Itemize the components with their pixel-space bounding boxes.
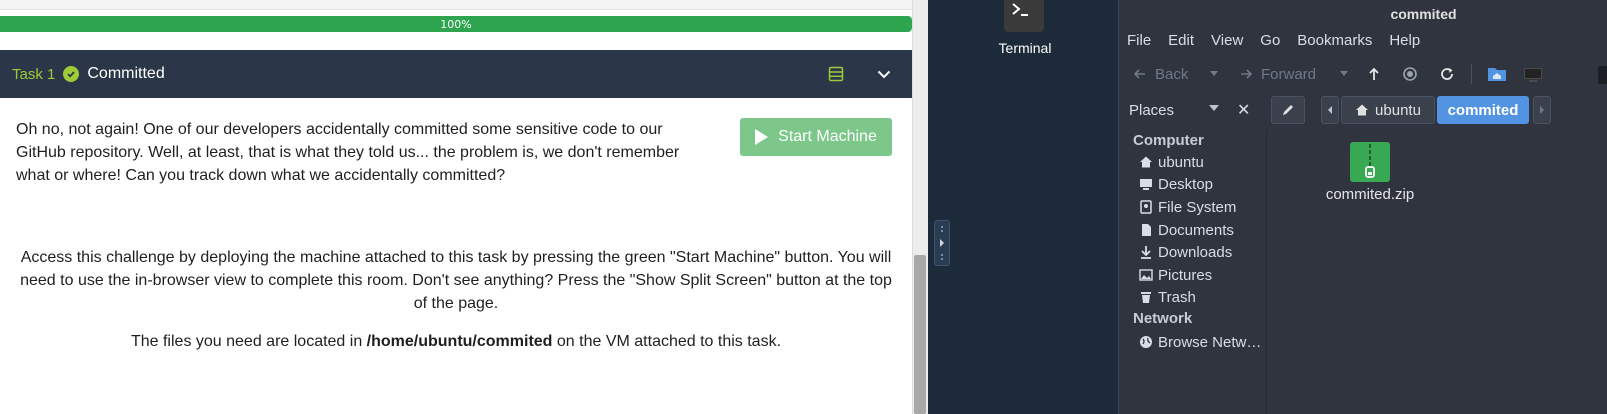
handle-arrow-icon	[940, 226, 944, 260]
sidebar-item-file-system[interactable]: File System	[1139, 197, 1236, 217]
menu-go[interactable]: Go	[1260, 32, 1280, 52]
task-list-icon[interactable]	[828, 66, 844, 82]
arrow-left-icon	[1133, 69, 1145, 79]
sidebar-item-label: Browse Netw…	[1158, 333, 1262, 351]
desktop-icon	[1139, 177, 1153, 191]
sidebar-item-ubuntu[interactable]: ubuntu	[1139, 152, 1204, 172]
drive-icon	[1139, 200, 1153, 214]
pencil-icon	[1283, 105, 1293, 115]
computer-icon[interactable]	[1523, 65, 1543, 83]
file-manager-window: commited File Edit View Go Bookmarks Hel…	[1118, 0, 1607, 414]
previous-section-edge	[0, 0, 912, 10]
check-circle-icon	[63, 66, 80, 82]
sidebar-item-label: Trash	[1158, 288, 1196, 306]
download-icon	[1139, 245, 1153, 259]
progress-bar: 100%	[0, 16, 912, 32]
sidebar-item-trash[interactable]: Trash	[1139, 287, 1196, 307]
sidebar-heading-computer: Computer	[1133, 132, 1204, 149]
sidebar-item-label: Desktop	[1158, 175, 1214, 193]
sidebar-item-label: Pictures	[1158, 266, 1213, 284]
stop-icon[interactable]	[1403, 67, 1417, 81]
path-segment-commited[interactable]: commited	[1437, 96, 1529, 124]
path-segment-ubuntu[interactable]: ubuntu	[1341, 96, 1435, 124]
zip-archive-icon[interactable]	[1350, 142, 1390, 182]
start-machine-button[interactable]: Start Machine	[740, 118, 892, 156]
menu-view[interactable]: View	[1211, 32, 1243, 52]
menu-edit[interactable]: Edit	[1168, 32, 1194, 52]
sidebar-item-documents[interactable]: Documents	[1139, 220, 1234, 240]
sidebar-item-browse-network[interactable]: Browse Netw…	[1139, 332, 1261, 352]
sidebar-item-label: Documents	[1158, 221, 1234, 239]
menu-bookmarks[interactable]: Bookmarks	[1297, 32, 1372, 52]
places-label: Places	[1129, 101, 1175, 119]
terminal-icon[interactable]	[1004, 0, 1044, 32]
forward-label: Forward	[1261, 65, 1317, 83]
document-icon	[1139, 223, 1153, 237]
places-header: Places ✕	[1119, 96, 1267, 124]
progress-label: 100%	[440, 17, 472, 31]
chevron-left-icon	[1328, 106, 1332, 114]
sidebar-item-downloads[interactable]: Downloads	[1139, 242, 1232, 262]
toolbar: Back Forward	[1127, 62, 1607, 86]
file-name-label[interactable]: commited.zip	[1308, 186, 1432, 203]
forward-history-chevron-icon[interactable]	[1339, 69, 1349, 79]
path-scroll-right-button[interactable]	[1533, 96, 1551, 124]
sidebar-item-label: Downloads	[1158, 243, 1233, 261]
home-icon	[1139, 155, 1153, 169]
home-icon	[1356, 104, 1369, 116]
files-prefix: The files you need are located in	[130, 333, 367, 350]
path-segment-label: commited	[1447, 101, 1519, 119]
files-suffix: on the VM attached to this task.	[552, 333, 782, 350]
play-icon	[755, 129, 769, 145]
forward-button[interactable]: Forward	[1239, 62, 1316, 86]
files-path: /home/ubuntu/commited	[366, 333, 553, 350]
sidebar-heading-network: Network	[1133, 310, 1193, 327]
home-folder-icon[interactable]	[1487, 65, 1507, 83]
toolbar-separator	[1471, 64, 1472, 84]
task-number: Task 1	[12, 65, 56, 83]
split-screen-handle[interactable]	[934, 220, 950, 266]
start-machine-label: Start Machine	[778, 128, 877, 145]
arrow-right-icon	[1241, 69, 1253, 79]
places-sidebar: Computer ubuntu Desktop File System Docu…	[1119, 130, 1267, 414]
task-panel: 100% Task 1 Committed Oh no, not again! …	[0, 0, 912, 414]
sidebar-item-label: File System	[1158, 198, 1237, 216]
menu-file[interactable]: File	[1127, 32, 1151, 52]
sidebar-item-label: ubuntu	[1158, 153, 1204, 171]
places-dropdown-icon[interactable]	[1209, 105, 1219, 111]
task-title: Committed	[87, 65, 165, 82]
back-label: Back	[1155, 65, 1189, 83]
task-content: Oh no, not again! One of our developers …	[0, 98, 912, 414]
sidebar-item-desktop[interactable]: Desktop	[1139, 174, 1213, 194]
scrollbar-thumb[interactable]	[914, 255, 926, 414]
chevron-down-icon[interactable]	[876, 66, 892, 82]
task-intro-text: Oh no, not again! One of our developers …	[16, 121, 680, 184]
window-title: commited	[1390, 6, 1457, 22]
access-instructions: Access this challenge by deploying the m…	[20, 249, 892, 312]
back-history-chevron-icon[interactable]	[1209, 69, 1219, 79]
path-segment-label: ubuntu	[1375, 101, 1421, 119]
globe-icon	[1139, 335, 1153, 349]
picture-icon	[1139, 268, 1153, 282]
menu-bar: File Edit View Go Bookmarks Help	[1127, 32, 1437, 52]
edit-path-button[interactable]	[1271, 96, 1305, 124]
offscreen-toolbar-button	[1598, 66, 1607, 84]
path-scroll-left-button[interactable]	[1321, 96, 1339, 124]
chevron-right-icon	[1540, 106, 1544, 114]
sidebar-item-pictures[interactable]: Pictures	[1139, 265, 1212, 285]
trash-icon	[1139, 290, 1153, 304]
file-view	[1268, 130, 1607, 414]
terminal-label[interactable]: Terminal	[980, 40, 1070, 56]
back-button[interactable]: Back	[1133, 62, 1188, 86]
files-location-text: The files you need are located in /home/…	[16, 330, 896, 353]
progress-fill: 100%	[0, 16, 912, 32]
task-header[interactable]: Task 1 Committed	[0, 50, 912, 98]
close-sidebar-icon[interactable]: ✕	[1237, 100, 1250, 120]
reload-icon[interactable]	[1439, 66, 1455, 82]
arrow-up-icon[interactable]	[1367, 67, 1381, 81]
menu-help[interactable]: Help	[1389, 32, 1420, 52]
